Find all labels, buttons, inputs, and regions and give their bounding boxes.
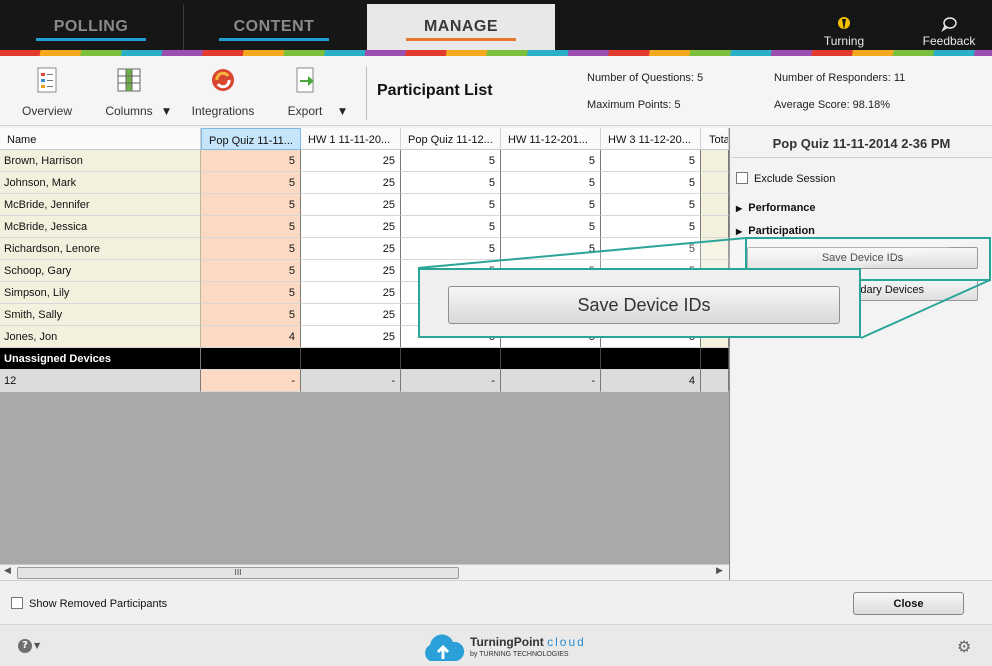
close-button[interactable]: Close (853, 592, 964, 615)
turningpoint-logo: TurningPoint cloud by TURNING TECHNOLOGI… (420, 631, 590, 665)
gear-icon[interactable]: ⚙ (957, 637, 971, 656)
brand-subtitle: by TURNING TECHNOLOGIES (470, 651, 569, 658)
show-removed-checkbox[interactable]: Show Removed Participants (11, 597, 167, 610)
help-dropdown-icon[interactable]: ▼ (34, 641, 40, 650)
bottom-bar: Show Removed Participants Close (0, 580, 992, 624)
zoom-callout: Save Device IDs (418, 268, 861, 338)
save-device-ids-zoomed-button[interactable]: Save Device IDs (448, 286, 840, 324)
cloud-upload-icon (425, 634, 465, 661)
show-removed-label: Show Removed Participants (29, 598, 168, 610)
checkbox-icon[interactable] (11, 597, 23, 609)
brand-name-text: TurningPoint (470, 635, 544, 649)
help-icon[interactable]: ? (18, 639, 32, 653)
brand-cloud-text: cloud (547, 635, 586, 649)
footer: ? ▼ TurningPoint cloud by TURNING TECHNO… (0, 624, 992, 666)
brand-name: TurningPoint cloud (470, 635, 586, 649)
